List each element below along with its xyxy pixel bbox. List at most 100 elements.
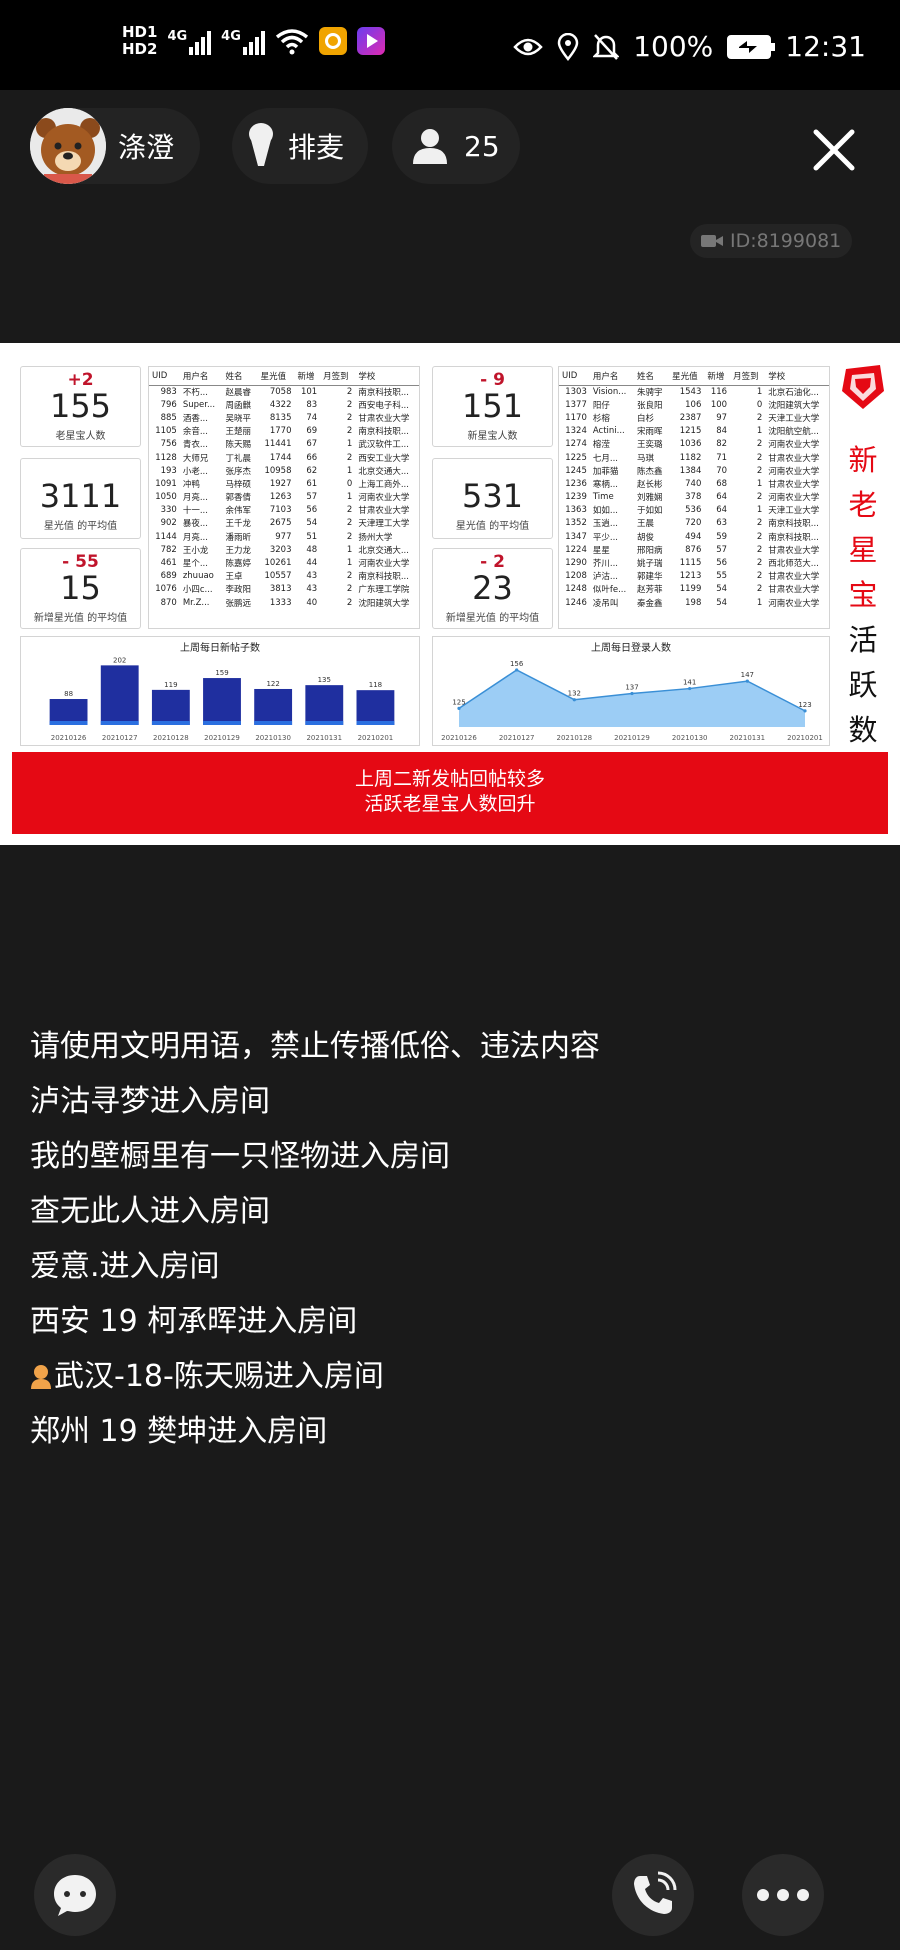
table-cell: 吴晓平 bbox=[225, 413, 251, 424]
table-row: 1128 大师兄 丁礼晨 1744 66 2 西安工业大学 bbox=[149, 451, 419, 464]
table-cell: 西安电子科... bbox=[358, 400, 409, 411]
title-char: 宝 bbox=[848, 578, 878, 612]
table-cell: 上海工商外... bbox=[358, 479, 409, 490]
table-cell: 广东理工学院 bbox=[358, 585, 410, 596]
table-cell: 大师兄 bbox=[182, 453, 209, 464]
column-header[interactable]: 新增 bbox=[704, 367, 731, 386]
table-cell: 朱骋宇 bbox=[636, 387, 663, 398]
table-cell: 10261 bbox=[264, 558, 292, 569]
eye-icon bbox=[513, 38, 543, 55]
column-header[interactable]: 星光值 bbox=[257, 367, 295, 386]
column-header[interactable]: UID bbox=[559, 367, 590, 386]
table-cell: 甘肃农业大学 bbox=[768, 453, 820, 464]
table-cell: 63 bbox=[716, 518, 728, 529]
chat-message: 查无此人进入房间 bbox=[30, 1194, 270, 1229]
bar-base-segment bbox=[100, 721, 139, 725]
person-emoji-icon bbox=[30, 1361, 52, 1389]
point-data-label: 141 bbox=[683, 679, 696, 687]
phone-call-icon bbox=[634, 1871, 677, 1914]
chat-message: 我的壁橱里有一只怪物进入房间 bbox=[30, 1139, 450, 1174]
column-header[interactable]: 月签到 bbox=[730, 367, 766, 386]
host-pill[interactable]: 涤澄 bbox=[30, 108, 200, 184]
table-cell: 姚子瑞 bbox=[636, 559, 663, 570]
table-cell: Actini... bbox=[592, 426, 625, 437]
chat-input-button[interactable] bbox=[34, 1854, 116, 1936]
column-header[interactable]: 用户名 bbox=[179, 367, 223, 386]
table-cell: 2 bbox=[346, 584, 353, 595]
column-header[interactable]: 月签到 bbox=[320, 367, 356, 386]
table-cell: 1246 bbox=[565, 597, 587, 608]
more-options-button[interactable] bbox=[742, 1854, 824, 1936]
stat-label: 新增星光值 的平均值 bbox=[445, 613, 540, 624]
table-cell: 甘肃农业大学 bbox=[358, 413, 410, 424]
bar-data-label: 202 bbox=[113, 656, 126, 664]
mic-queue-button[interactable]: 排麦 bbox=[232, 108, 368, 184]
table-cell: 1 bbox=[756, 597, 763, 608]
host-avatar[interactable] bbox=[30, 108, 106, 184]
column-header[interactable]: 星光值 bbox=[669, 367, 705, 386]
table-cell: 55 bbox=[716, 571, 728, 582]
table-cell: 71 bbox=[716, 452, 728, 463]
table-cell: 10557 bbox=[264, 571, 292, 582]
table-cell: 461 bbox=[160, 558, 177, 569]
user-table-right[interactable]: UID 用户名 姓名 星光值 新增 月签到 学校 1303 Vision... 朱骋宇 1543 1… bbox=[558, 366, 830, 629]
location-icon bbox=[557, 32, 579, 61]
column-header[interactable]: UID bbox=[149, 367, 180, 386]
bar bbox=[254, 688, 293, 725]
table-cell: 2 bbox=[346, 518, 353, 529]
table-cell: 1199 bbox=[679, 584, 702, 595]
table-cell: 61 bbox=[306, 478, 318, 489]
table-cell: 64 bbox=[716, 505, 728, 516]
table-cell: 月亮... bbox=[182, 493, 208, 504]
table-cell: zhuuao bbox=[182, 571, 214, 582]
data-point bbox=[515, 668, 519, 672]
stat-label: 新增星光值 的平均值 bbox=[33, 613, 128, 624]
table-cell: 平少... bbox=[592, 532, 618, 543]
stat-value: 531 bbox=[461, 477, 524, 515]
table-row: 1170 杉榕 白杉 2387 97 2 天津工业大学 bbox=[559, 411, 829, 424]
user-table-left[interactable]: UID 用户名 姓名 星光值 新增 月签到 学校 983 不朽... 赵晨睿 7058 101 2 南京… bbox=[148, 366, 420, 629]
table-cell: 2 bbox=[756, 571, 763, 582]
table-cell: 1215 bbox=[679, 426, 702, 437]
column-header[interactable]: 新增 bbox=[294, 367, 321, 386]
table-cell: 876 bbox=[685, 544, 702, 555]
table-cell: 83 bbox=[306, 399, 318, 410]
table-cell: 河南农业大学 bbox=[358, 493, 410, 504]
table-row: 1347 平少... 胡俊 494 59 2 南京科技职... bbox=[559, 530, 829, 543]
table-cell: 1239 bbox=[565, 492, 587, 503]
column-header[interactable]: 学校 bbox=[765, 367, 829, 386]
video-camera-icon bbox=[701, 235, 723, 247]
table-cell: 1 bbox=[756, 505, 763, 516]
hd2-label: HD2 bbox=[122, 40, 158, 58]
column-header[interactable]: 姓名 bbox=[633, 367, 670, 386]
table-cell: 40 bbox=[306, 597, 318, 608]
table-row: 330 十一... 余伟军 7103 56 2 甘肃农业大学 bbox=[149, 504, 419, 517]
table-cell: 1324 bbox=[565, 426, 587, 437]
table-cell: 1543 bbox=[679, 386, 702, 397]
table-cell: 马琪 bbox=[636, 453, 654, 464]
column-header[interactable]: 姓名 bbox=[222, 367, 258, 386]
banner-line-2: 活跃老星宝人数回升 bbox=[364, 793, 536, 815]
table-cell: 54 bbox=[716, 597, 728, 608]
table-cell: 1927 bbox=[269, 478, 292, 489]
person-icon bbox=[413, 129, 447, 164]
chat-message: 请使用文明用语，禁止传播低俗、违法内容 bbox=[30, 1029, 600, 1064]
column-header[interactable]: 学校 bbox=[355, 367, 419, 386]
x-tick-label: 20210128 bbox=[557, 734, 593, 742]
close-icon[interactable] bbox=[812, 128, 856, 172]
table-cell: 1377 bbox=[565, 399, 587, 410]
table-cell: 1105 bbox=[155, 426, 177, 437]
table-row: 461 星个... 陈嘉婷 10261 44 1 河南农业大学 bbox=[149, 556, 419, 569]
column-header[interactable]: 用户名 bbox=[589, 367, 634, 386]
table-cell: 67 bbox=[306, 439, 318, 450]
table-cell: 0 bbox=[756, 399, 763, 410]
table-cell: 似叶fe... bbox=[592, 585, 627, 596]
voice-call-button[interactable] bbox=[612, 1854, 694, 1936]
table-cell: 782 bbox=[160, 544, 177, 555]
table-header-row: UID 用户名 姓名 星光值 新增 月签到 学校 bbox=[559, 367, 829, 386]
table-cell: 张鹏远 bbox=[225, 598, 251, 609]
table-cell: 西北师范大... bbox=[768, 559, 819, 570]
table-row: 902 暴夜... 王千龙 2675 54 2 天津理工大学 bbox=[149, 517, 419, 530]
audience-button[interactable]: 25 bbox=[392, 108, 520, 184]
table-cell: 北京石油化... bbox=[768, 387, 819, 398]
